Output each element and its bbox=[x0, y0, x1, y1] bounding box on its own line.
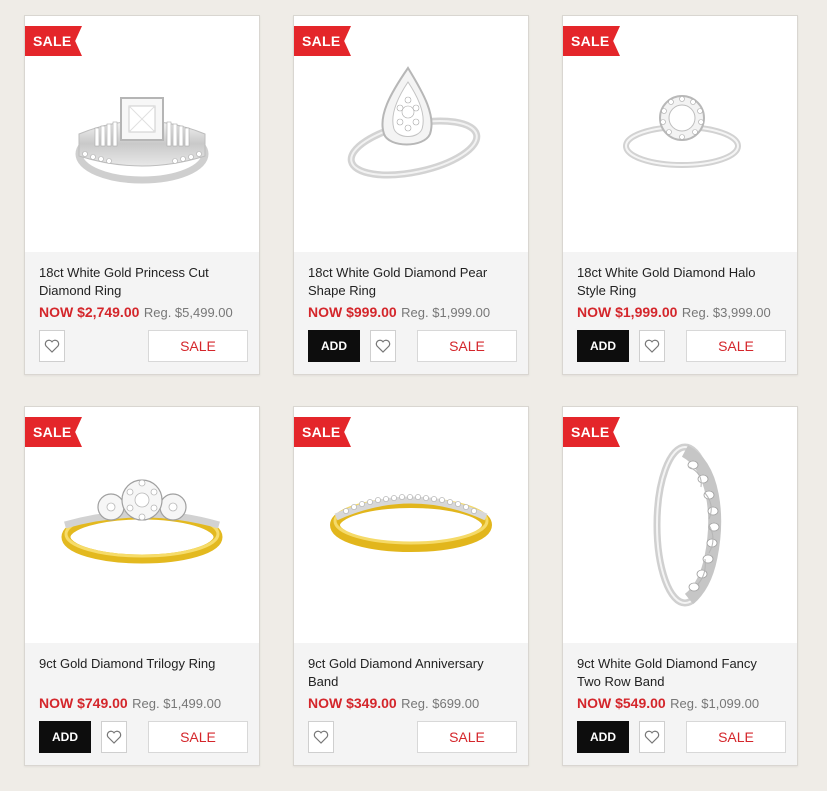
product-image[interactable]: SALE bbox=[294, 407, 528, 643]
sale-badge: SALE bbox=[25, 26, 82, 56]
product-card: SALE 9ct Gold Diamond Trilogy Ring NOW $… bbox=[24, 406, 260, 766]
wishlist-button[interactable] bbox=[639, 330, 665, 362]
price-row: NOW $1,999.00 Reg. $3,999.00 bbox=[577, 304, 771, 322]
now-price: NOW $999.00 bbox=[308, 304, 397, 320]
product-card: SALE 18ct White Gold Princess Cut Diamon… bbox=[24, 15, 260, 375]
sale-button[interactable]: SALE bbox=[686, 721, 786, 753]
sale-badge: SALE bbox=[294, 26, 351, 56]
product-name[interactable]: 9ct Gold Diamond Anniversary Band bbox=[308, 655, 513, 691]
price-row: NOW $749.00 Reg. $1,499.00 bbox=[39, 695, 221, 713]
sale-badge: SALE bbox=[294, 417, 351, 447]
sale-button[interactable]: SALE bbox=[148, 721, 248, 753]
product-name[interactable]: 9ct White Gold Diamond Fancy Two Row Ban… bbox=[577, 655, 782, 691]
product-name[interactable]: 18ct White Gold Princess Cut Diamond Rin… bbox=[39, 264, 244, 300]
price-row: NOW $999.00 Reg. $1,999.00 bbox=[308, 304, 490, 322]
add-to-cart-button[interactable]: ADD bbox=[577, 330, 629, 362]
product-info: 18ct White Gold Diamond Pear Shape Ring … bbox=[294, 252, 528, 374]
product-info: 18ct White Gold Princess Cut Diamond Rin… bbox=[25, 252, 259, 374]
product-image[interactable]: SALE bbox=[25, 407, 259, 643]
sale-button[interactable]: SALE bbox=[417, 721, 517, 753]
product-info: 9ct Gold Diamond Anniversary Band NOW $3… bbox=[294, 643, 528, 765]
regular-price: Reg. $1,099.00 bbox=[670, 696, 760, 711]
product-name[interactable]: 18ct White Gold Diamond Halo Style Ring bbox=[577, 264, 782, 300]
now-price: NOW $349.00 bbox=[308, 695, 397, 711]
now-price: NOW $749.00 bbox=[39, 695, 128, 711]
sale-badge: SALE bbox=[25, 417, 82, 447]
product-card: SALE 18ct White Gold Diamond Halo Style … bbox=[562, 15, 798, 375]
wishlist-button[interactable] bbox=[370, 330, 396, 362]
sale-badge: SALE bbox=[563, 26, 620, 56]
wishlist-button[interactable] bbox=[639, 721, 665, 753]
wishlist-button[interactable] bbox=[39, 330, 65, 362]
product-card: SALE 9ct Gold Diamond Anniversary Band N… bbox=[293, 406, 529, 766]
price-row: NOW $549.00 Reg. $1,099.00 bbox=[577, 695, 759, 713]
product-card: SALE 9ct White Gold Diamond Fancy Two Ro… bbox=[562, 406, 798, 766]
product-image[interactable]: SALE bbox=[294, 16, 528, 252]
wishlist-button[interactable] bbox=[308, 721, 334, 753]
wishlist-button[interactable] bbox=[101, 721, 127, 753]
now-price: NOW $549.00 bbox=[577, 695, 666, 711]
sale-button[interactable]: SALE bbox=[148, 330, 248, 362]
add-to-cart-button[interactable]: ADD bbox=[577, 721, 629, 753]
regular-price: Reg. $1,499.00 bbox=[132, 696, 222, 711]
heart-icon bbox=[644, 339, 660, 353]
price-row: NOW $2,749.00 Reg. $5,499.00 bbox=[39, 304, 233, 322]
product-image[interactable]: SALE bbox=[25, 16, 259, 252]
sale-badge: SALE bbox=[563, 417, 620, 447]
add-to-cart-button[interactable]: ADD bbox=[39, 721, 91, 753]
now-price: NOW $1,999.00 bbox=[577, 304, 678, 320]
product-name[interactable]: 18ct White Gold Diamond Pear Shape Ring bbox=[308, 264, 513, 300]
heart-icon bbox=[106, 730, 122, 744]
regular-price: Reg. $1,999.00 bbox=[401, 305, 491, 320]
regular-price: Reg. $5,499.00 bbox=[143, 305, 233, 320]
regular-price: Reg. $699.00 bbox=[401, 696, 480, 711]
regular-price: Reg. $3,999.00 bbox=[681, 305, 771, 320]
add-to-cart-button[interactable]: ADD bbox=[308, 330, 360, 362]
heart-icon bbox=[313, 730, 329, 744]
product-info: 18ct White Gold Diamond Halo Style Ring … bbox=[563, 252, 797, 374]
product-info: 9ct Gold Diamond Trilogy Ring NOW $749.0… bbox=[25, 643, 259, 765]
product-card: SALE 18ct White Gold Diamond Pear Shape … bbox=[293, 15, 529, 375]
heart-icon bbox=[375, 339, 391, 353]
now-price: NOW $2,749.00 bbox=[39, 304, 140, 320]
price-row: NOW $349.00 Reg. $699.00 bbox=[308, 695, 479, 713]
product-info: 9ct White Gold Diamond Fancy Two Row Ban… bbox=[563, 643, 797, 765]
sale-button[interactable]: SALE bbox=[417, 330, 517, 362]
sale-button[interactable]: SALE bbox=[686, 330, 786, 362]
heart-icon bbox=[44, 339, 60, 353]
product-image[interactable]: SALE bbox=[563, 16, 797, 252]
product-image[interactable]: SALE bbox=[563, 407, 797, 643]
heart-icon bbox=[644, 730, 660, 744]
product-name[interactable]: 9ct Gold Diamond Trilogy Ring bbox=[39, 655, 244, 673]
